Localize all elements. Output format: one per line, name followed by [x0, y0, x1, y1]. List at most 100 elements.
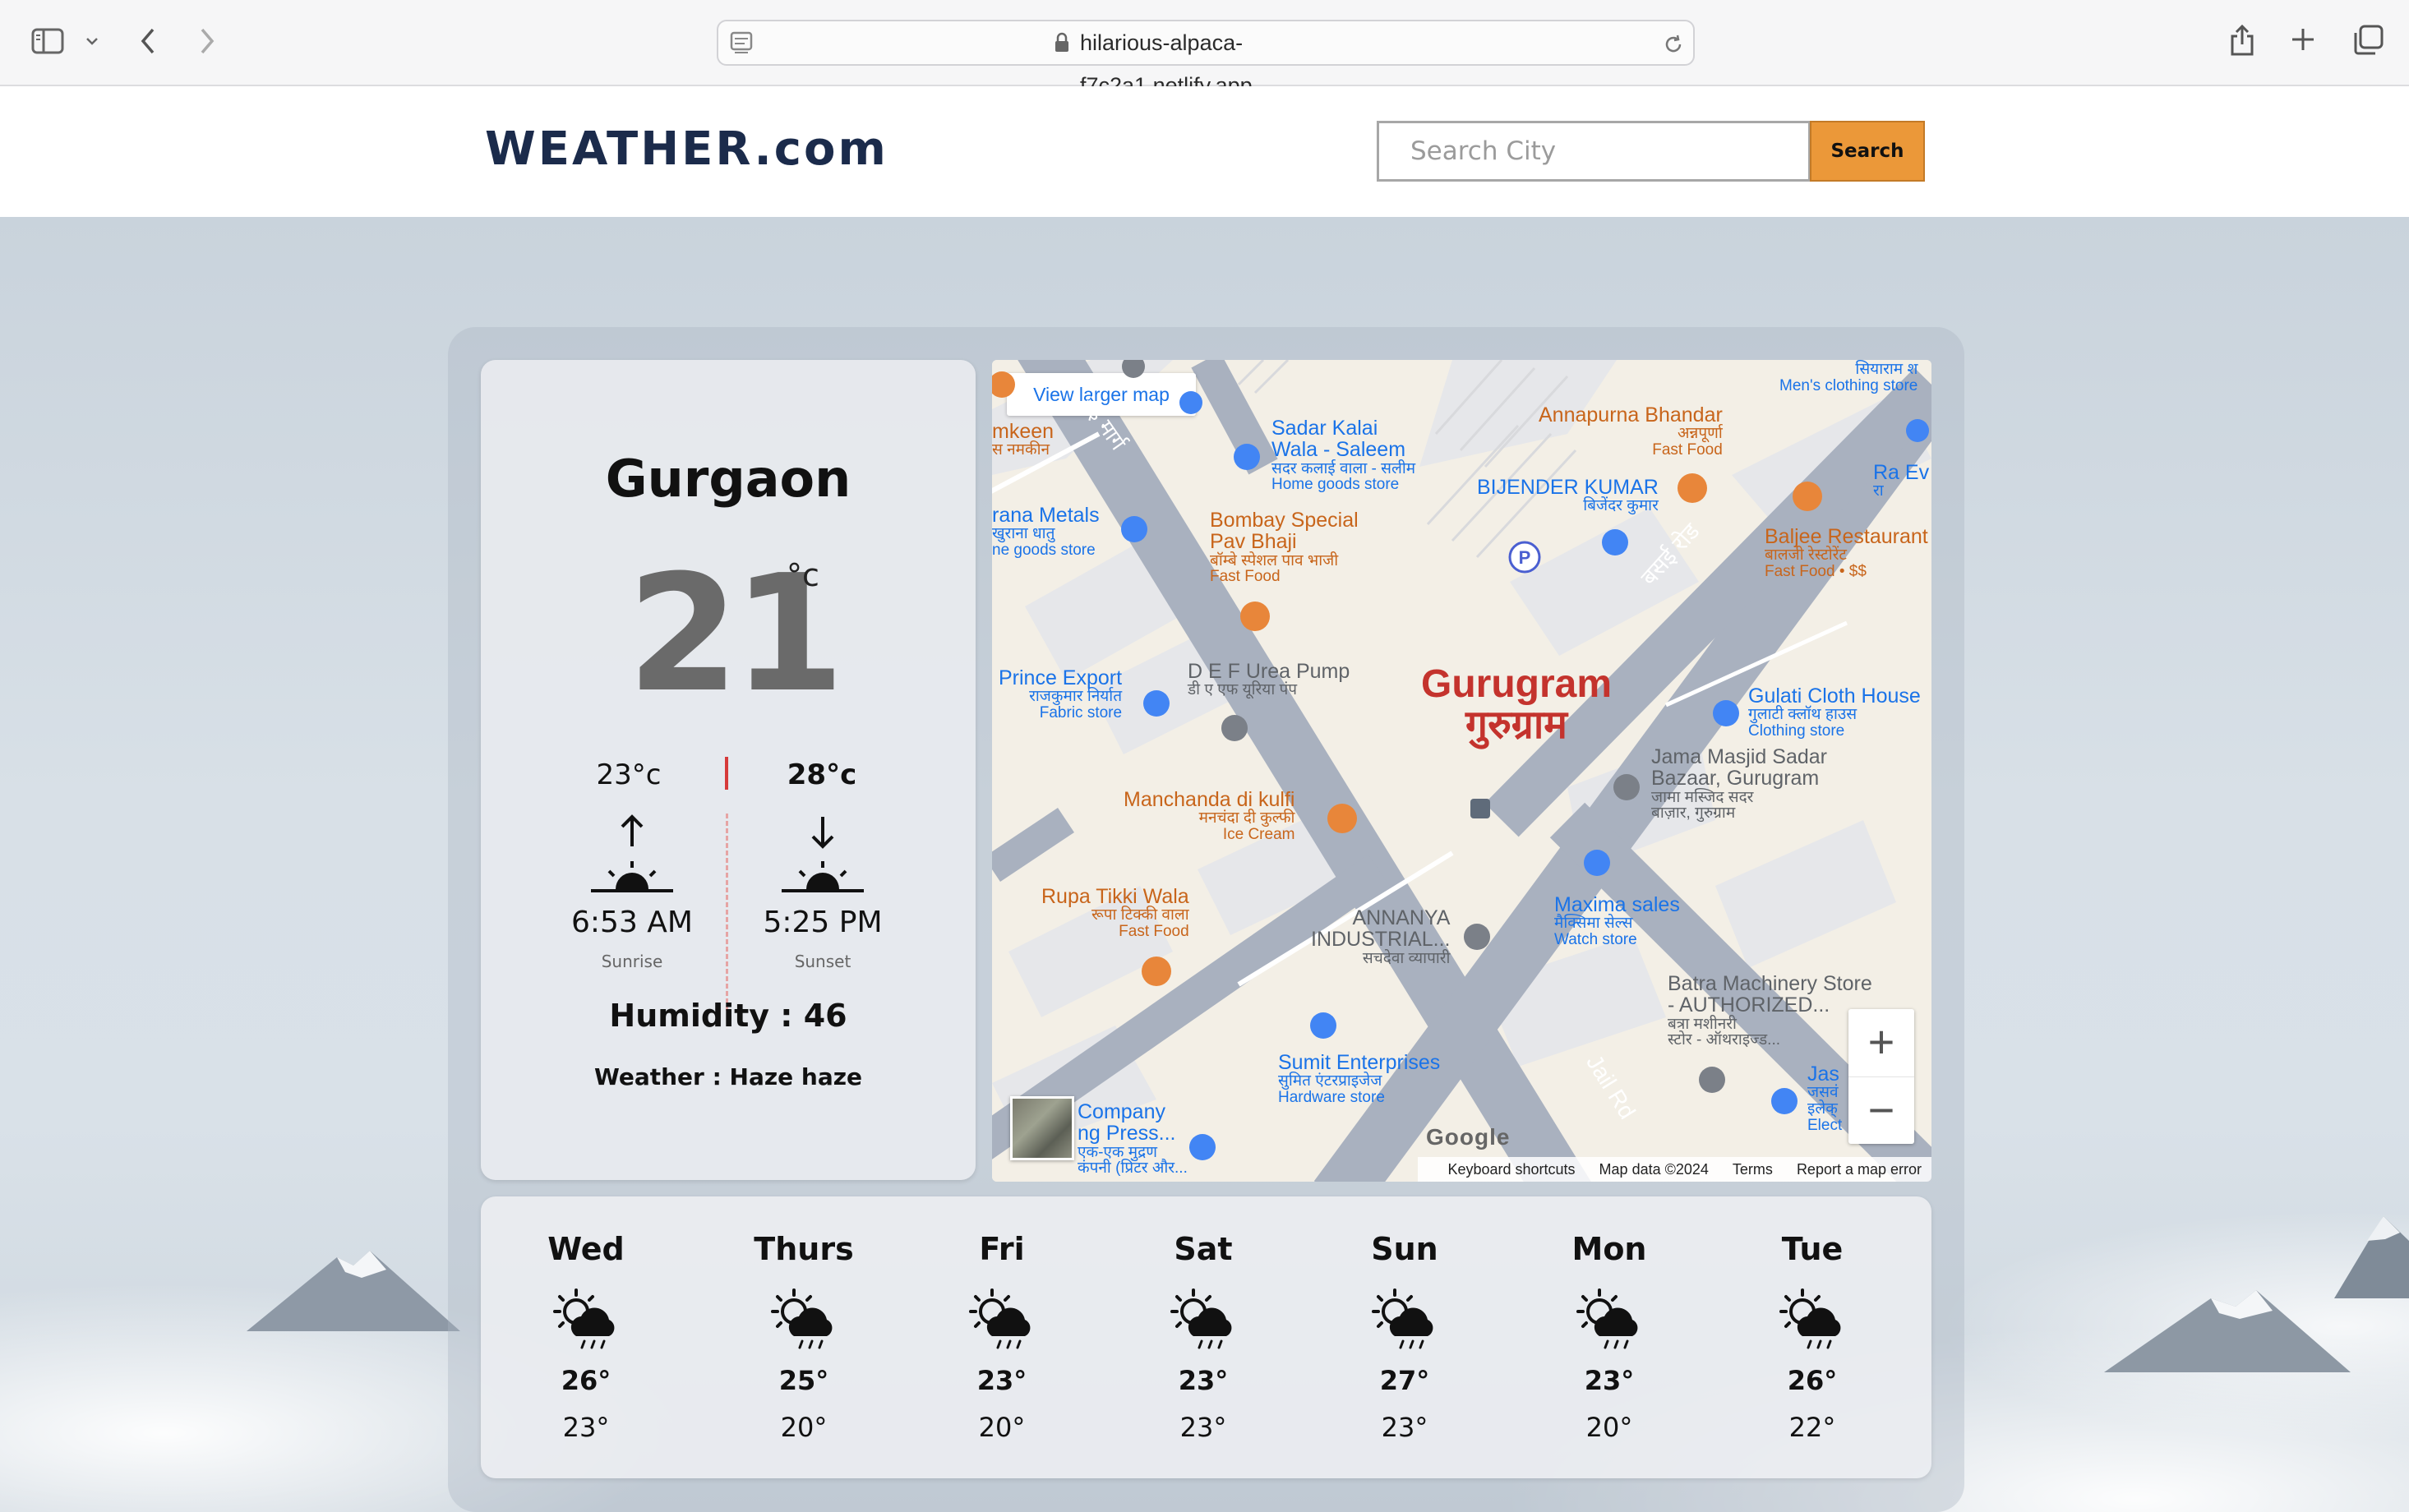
temperature-unit: °c [787, 557, 819, 593]
browser-toolbar: hilarious-alpaca-f7c2a1.netlify.app [0, 0, 2409, 98]
place-line: Clothing store [1748, 722, 1845, 740]
place-line: Bombay Special [1210, 509, 1359, 532]
partly-cloudy-rain-icon [969, 1288, 1031, 1349]
place-line: Jama Masjid Sadar [1651, 745, 1827, 768]
forecast-day-name: Sun [1371, 1231, 1438, 1267]
place-line: Ra Ev [1873, 461, 1930, 484]
place-manchanda: Manchanda di kulfi मनचंदा दी कुल्फी Ice … [1124, 789, 1294, 843]
share-icon[interactable] [2229, 23, 2255, 58]
chevron-right-icon[interactable] [197, 26, 217, 56]
place-line: BIJENDER KUMAR [1477, 476, 1659, 499]
forecast-high-temp: 25° [778, 1365, 829, 1396]
place-line: Fast Food • $$ [1765, 563, 1867, 581]
city-search-input[interactable] [1377, 121, 1811, 182]
temp-divider [725, 757, 728, 790]
place-line: सियाराम श [1855, 361, 1918, 378]
place-line: Fast Food [1210, 568, 1281, 586]
search-button[interactable]: Search [1810, 121, 1925, 182]
place-line: Fast Food [1119, 923, 1189, 941]
place-gulati-cloth: Gulati Cloth House गुलाटी क्लॉथ हाउस Clo… [1748, 685, 1921, 740]
site-logo[interactable]: WEATHER.com [485, 122, 888, 176]
place-line: ne goods store [992, 542, 1096, 560]
google-logo: Google [1426, 1124, 1511, 1150]
forecast-high-temp: 23° [1584, 1365, 1635, 1396]
place-batra: Batra Machinery Store - AUTHORIZED... बत… [1668, 973, 1872, 1049]
place-line: Bazaar, Gurugram [1651, 767, 1820, 791]
place-line: Wala - Saleem [1271, 438, 1406, 462]
google-map[interactable]: View larger map Gurugram गुरुग्राम Jail … [992, 360, 1931, 1182]
place-line: बाज़ार, गुरुग्राम [1651, 804, 1736, 823]
keyboard-shortcuts-link[interactable]: Keyboard shortcuts [1447, 1161, 1575, 1178]
place-line: Prince Export [999, 666, 1123, 689]
place-rana-metals: rana Metals खुराना धातु ne goods store [992, 505, 1100, 559]
mountain-peak-far-right [2334, 1216, 2409, 1298]
place-baljee: Baljee Restaurant बालजी रेस्टोरेंट Fast … [1765, 526, 1928, 580]
place-ra-ev: Ra Ev रा [1873, 462, 1929, 500]
partly-cloudy-rain-icon [1372, 1288, 1433, 1349]
place-line: Annapurna Bhandar [1539, 403, 1723, 426]
forecast-high-temp: 26° [1787, 1365, 1838, 1396]
place-line: इलेक् [1807, 1100, 1838, 1118]
place-line: राजकुमार निर्यात [1029, 688, 1123, 706]
map-city-en: Gurugram [1421, 662, 1613, 706]
report-map-error-link[interactable]: Report a map error [1797, 1161, 1922, 1178]
place-line: बालजी रेस्टोरेंट [1765, 546, 1847, 565]
address-bar[interactable]: hilarious-alpaca-f7c2a1.netlify.app [717, 20, 1695, 98]
place-line: INDUSTRIAL... [1311, 928, 1451, 952]
chevron-left-icon[interactable] [138, 26, 158, 56]
place-sumit: Sumit Enterprises सुमित एंटरप्राइजेज Har… [1278, 1052, 1440, 1106]
sidebar-icon[interactable] [31, 28, 64, 54]
forecast-high-temp: 27° [1379, 1365, 1430, 1396]
place-line: कंपनी (प्रिंटर और... [1078, 1159, 1188, 1178]
map-footer: Keyboard shortcuts Map data ©2024 Terms … [1418, 1157, 1931, 1182]
sunset-label: Sunset [794, 952, 851, 971]
place-line: ng Press... [1078, 1122, 1176, 1146]
place-line: Men's clothing store [1779, 376, 1918, 394]
forecast-day-name: Thurs [754, 1231, 854, 1267]
tabs-icon[interactable] [2352, 25, 2384, 56]
place-line: Sumit Enterprises [1278, 1051, 1441, 1074]
forecast-day-name: Fri [979, 1231, 1025, 1267]
page-menu-icon[interactable] [730, 31, 753, 56]
place-line: Ice Cream [1222, 826, 1295, 844]
place-prince-export: Prince Export राजकुमार निर्यात Fabric st… [999, 667, 1122, 721]
url-text[interactable]: hilarious-alpaca-f7c2a1.netlify.app [1047, 21, 1401, 98]
sunrise-time: 6:53 AM [571, 906, 693, 939]
site-header: WEATHER.com Search [0, 86, 2409, 217]
place-line: Pav Bhaji [1210, 530, 1297, 554]
forecast-low-temp: 22° [1788, 1412, 1836, 1443]
place-line: D E F Urea Pump [1188, 660, 1350, 683]
mountain-peak-left [247, 1251, 460, 1331]
lock-icon [1055, 32, 1068, 52]
chevron-down-icon[interactable] [85, 36, 99, 46]
plus-icon[interactable] [2290, 26, 2316, 53]
place-line: Watch store [1554, 931, 1637, 949]
satellite-toggle[interactable] [1010, 1096, 1074, 1160]
forecast-low-temp: 20° [1585, 1412, 1633, 1443]
forecast-day-name: Wed [547, 1231, 625, 1267]
humidity: Humidity : 46 [609, 998, 847, 1034]
reload-icon[interactable] [1662, 33, 1685, 56]
place-line: Company [1078, 1100, 1165, 1123]
place-line: - AUTHORIZED... [1668, 993, 1830, 1017]
place-line: Sadar Kalai [1271, 417, 1378, 440]
place-line: डी ए एफ यूरिया पंप [1188, 681, 1298, 699]
terms-link[interactable]: Terms [1733, 1161, 1773, 1178]
place-jas: Jas जसवं इलेक् Elect [1807, 1063, 1842, 1134]
zoom-in-button[interactable]: + [1848, 1009, 1914, 1076]
zoom-out-button[interactable]: − [1848, 1076, 1914, 1144]
place-line: Baljee Restaurant [1765, 525, 1928, 548]
forecast-day-name: Sat [1174, 1231, 1233, 1267]
forecast-low-temp: 23° [562, 1412, 610, 1443]
place-line: rana Metals [992, 504, 1100, 527]
sun-divider [726, 814, 728, 1011]
map-data-text: Map data ©2024 [1599, 1161, 1709, 1178]
place-company-press: Company ng Press... एक-एक मुद्रण कंपनी (… [1078, 1101, 1188, 1177]
place-rupa-tikki: Rupa Tikki Wala रूपा टिक्की वाला Fast Fo… [1041, 886, 1189, 940]
place-line: Home goods store [1271, 476, 1400, 494]
min-temperature: 23°c [596, 758, 662, 791]
sunrise-label: Sunrise [601, 952, 663, 971]
place-line: स्टोर - ऑथराइज्ड... [1668, 1031, 1781, 1049]
place-namkeen: mkeen स नमकीन [992, 421, 1054, 459]
partly-cloudy-rain-icon [1576, 1288, 1638, 1349]
